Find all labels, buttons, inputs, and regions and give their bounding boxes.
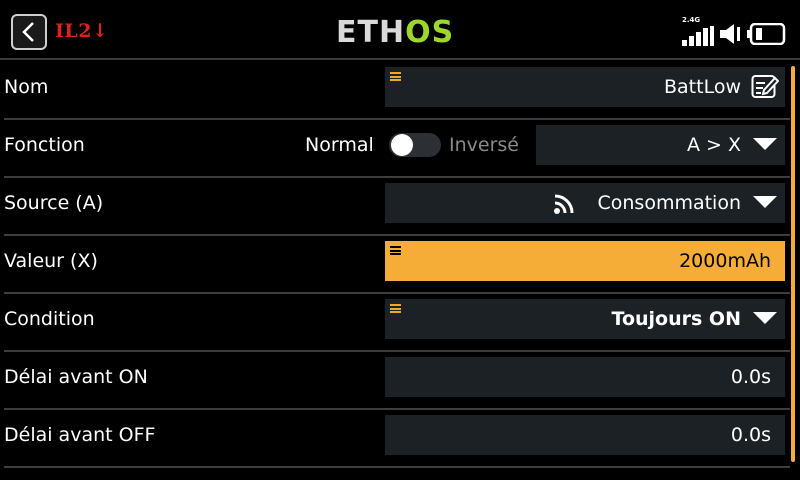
header-bar: IL2↓ ETHOS 2.4G xyxy=(0,0,800,66)
settings-list: Nom BattLow Fonction Normal Inversé A > … xyxy=(0,62,790,480)
telemetry-icon xyxy=(554,194,574,214)
function-dropdown[interactable]: A > X xyxy=(536,125,785,165)
row-valeur: Valeur (X) 2000mAh xyxy=(0,236,790,294)
label-source: Source (A) xyxy=(4,192,104,214)
label-nom: Nom xyxy=(4,76,49,98)
logo-text-eth: ETH xyxy=(336,15,406,50)
row-source: Source (A) Consommation xyxy=(0,178,790,236)
model-name: IL2↓ xyxy=(55,20,109,42)
label-delai-off: Délai avant OFF xyxy=(4,424,156,446)
delay-on-value: 0.0s xyxy=(730,366,771,388)
row-delai-on: Délai avant ON 0.0s xyxy=(0,352,790,410)
scrollbar[interactable] xyxy=(791,66,795,462)
edit-marker-icon xyxy=(390,304,401,313)
back-button[interactable] xyxy=(11,14,47,50)
chevron-left-icon xyxy=(22,22,34,42)
toggle-label-normal: Normal xyxy=(305,134,374,156)
volume-icon xyxy=(720,24,740,44)
condition-value: Toujours ON xyxy=(611,308,741,330)
dropdown-arrow-icon xyxy=(753,196,777,208)
signal-strength-icon xyxy=(682,26,714,46)
name-value: BattLow xyxy=(664,76,741,98)
invert-toggle[interactable] xyxy=(389,133,441,157)
label-fonction: Fonction xyxy=(4,134,85,156)
delay-off-field[interactable]: 0.0s xyxy=(385,415,785,455)
radio-band-label: 2.4G xyxy=(682,16,701,24)
delay-off-value: 0.0s xyxy=(730,424,771,446)
ethos-logo: ETHOS xyxy=(336,16,454,50)
function-value: A > X xyxy=(686,134,741,156)
dropdown-arrow-icon xyxy=(753,138,777,150)
edit-icon[interactable] xyxy=(751,74,779,100)
condition-dropdown[interactable]: Toujours ON xyxy=(385,299,785,339)
battery-icon xyxy=(747,23,786,45)
toggle-knob xyxy=(391,134,413,156)
row-delai-off: Délai avant OFF 0.0s xyxy=(0,410,790,468)
label-valeur: Valeur (X) xyxy=(4,250,98,272)
edit-marker-icon xyxy=(390,246,401,255)
label-delai-on: Délai avant ON xyxy=(4,366,148,388)
delay-on-field[interactable]: 0.0s xyxy=(385,357,785,397)
value-field[interactable]: 2000mAh xyxy=(385,241,785,281)
toggle-label-inverse: Inversé xyxy=(449,134,519,156)
edit-marker-icon xyxy=(390,72,401,81)
status-icons: 2.4G xyxy=(680,16,790,48)
dropdown-arrow-icon xyxy=(753,312,777,324)
source-value: Consommation xyxy=(597,192,741,214)
logo-text-os: OS xyxy=(405,15,455,50)
header-divider xyxy=(0,58,800,60)
row-condition: Condition Toujours ON xyxy=(0,294,790,352)
row-nom: Nom BattLow xyxy=(0,62,790,120)
label-condition: Condition xyxy=(4,308,95,330)
row-divider xyxy=(4,466,790,468)
name-field[interactable]: BattLow xyxy=(385,67,785,107)
threshold-value: 2000mAh xyxy=(679,250,771,272)
source-dropdown[interactable]: Consommation xyxy=(385,183,785,223)
row-fonction: Fonction Normal Inversé A > X xyxy=(0,120,790,178)
